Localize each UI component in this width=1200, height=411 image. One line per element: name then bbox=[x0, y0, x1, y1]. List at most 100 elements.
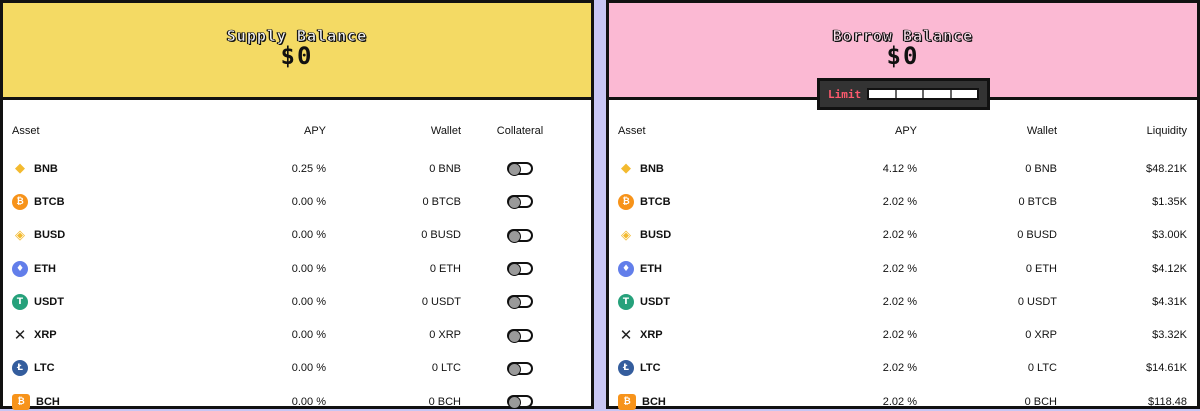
collateral-toggle[interactable] bbox=[507, 328, 533, 343]
apy-cell: 2.02 % bbox=[882, 229, 917, 242]
collateral-toggle[interactable] bbox=[507, 195, 533, 210]
borrow-balance: $0 bbox=[886, 42, 920, 70]
xrp-icon: ✕ bbox=[13, 326, 27, 345]
collateral-toggle[interactable] bbox=[507, 295, 533, 310]
collateral-toggle[interactable] bbox=[507, 162, 533, 177]
asset-cell: ◈ BUSD bbox=[3, 219, 126, 252]
table-row[interactable]: ◈ BUSD 0.00 % 0 BUSD bbox=[3, 219, 591, 252]
wallet-cell: 0 BNB bbox=[429, 162, 461, 175]
apy-cell: 0.00 % bbox=[291, 395, 326, 408]
supply-header: Supply Balance $0 bbox=[3, 3, 591, 100]
table-row[interactable]: ♦ ETH 0.00 % 0 ETH bbox=[3, 252, 591, 285]
limit-segment bbox=[897, 90, 925, 98]
wallet-cell: 0 XRP bbox=[429, 329, 461, 342]
col-asset: Asset bbox=[618, 125, 646, 137]
supply-table: Asset APY Wallet Collateral ◆ BNB 0.25 % 0 … bbox=[3, 100, 591, 411]
asset-cell: ♦ ETH bbox=[609, 252, 712, 285]
table-row[interactable]: ◈ BUSD 2.02 % 0 BUSD $3.00K bbox=[609, 219, 1197, 252]
supply-balance: $0 bbox=[280, 42, 314, 70]
liquidity-cell: $118.48 bbox=[1148, 395, 1187, 408]
limit-segment bbox=[952, 90, 977, 98]
collateral-toggle[interactable] bbox=[507, 228, 533, 243]
apy-cell: 4.12 % bbox=[882, 162, 917, 175]
xrp-icon: ✕ bbox=[619, 326, 633, 345]
liquidity-cell: $4.31K bbox=[1152, 295, 1187, 308]
apy-cell: 2.02 % bbox=[882, 262, 917, 275]
busd-icon: ◈ bbox=[15, 227, 25, 243]
asset-name: ₿ BTCB bbox=[618, 193, 712, 210]
liquidity-cell: $1.35K bbox=[1152, 195, 1187, 208]
bnb-icon: ◆ bbox=[621, 161, 631, 177]
asset-name: ♦ ETH bbox=[618, 260, 712, 277]
asset-cell: T USDT bbox=[609, 285, 712, 318]
asset-name: T USDT bbox=[12, 293, 126, 310]
eth-icon: ♦ bbox=[12, 260, 28, 277]
asset-cell: ₿ BCH bbox=[3, 385, 126, 411]
asset-symbol: LTC bbox=[640, 362, 661, 375]
table-row[interactable]: T USDT 0.00 % 0 USDT bbox=[3, 285, 591, 318]
asset-cell: Ł LTC bbox=[609, 352, 712, 385]
apy-cell: 0.25 % bbox=[291, 162, 326, 175]
collateral-cell bbox=[461, 385, 591, 411]
wallet-cell: 0 BTCB bbox=[1018, 195, 1057, 208]
col-apy: APY bbox=[303, 125, 326, 137]
table-row[interactable]: ✕ XRP 0.00 % 0 XRP bbox=[3, 318, 591, 351]
wallet-cell: 0 ETH bbox=[429, 262, 461, 275]
wallet-cell: 0 BNB bbox=[1025, 162, 1057, 175]
col-asset: Asset bbox=[12, 125, 40, 137]
table-row[interactable]: ♦ ETH 2.02 % 0 ETH $4.12K bbox=[609, 252, 1197, 285]
usdt-icon: T bbox=[12, 293, 28, 310]
liquidity-cell: $14.61K bbox=[1146, 362, 1187, 375]
table-row[interactable]: ₿ BTCB 2.02 % 0 BTCB $1.35K bbox=[609, 185, 1197, 218]
table-row[interactable]: ₿ BTCB 0.00 % 0 BTCB bbox=[3, 185, 591, 218]
limit-segment bbox=[924, 90, 952, 98]
supply-panel: Supply Balance $0 Asset APY Wallet Colla… bbox=[0, 0, 594, 411]
asset-name: ◆ BNB bbox=[12, 161, 126, 177]
col-collateral: Collateral bbox=[496, 125, 544, 137]
asset-name: Ł LTC bbox=[12, 360, 126, 377]
table-row[interactable]: ◆ BNB 0.25 % 0 BNB bbox=[3, 152, 591, 185]
table-row[interactable]: ₿ BCH 0.00 % 0 BCH bbox=[3, 385, 591, 411]
wallet-cell: 0 BCH bbox=[428, 395, 461, 408]
asset-cell: ◆ BNB bbox=[609, 152, 712, 185]
asset-symbol: XRP bbox=[640, 329, 663, 342]
collateral-toggle[interactable] bbox=[507, 395, 533, 410]
liquidity-cell: $3.00K bbox=[1152, 229, 1187, 242]
apy-cell: 2.02 % bbox=[882, 329, 917, 342]
wallet-cell: 0 BUSD bbox=[421, 229, 461, 242]
table-row[interactable]: ₿ BCH 2.02 % 0 BCH $118.48 bbox=[609, 385, 1197, 411]
asset-name: T USDT bbox=[618, 293, 712, 310]
collateral-toggle[interactable] bbox=[507, 361, 533, 376]
table-row[interactable]: Ł LTC 2.02 % 0 LTC $14.61K bbox=[609, 352, 1197, 385]
asset-cell: ₿ BTCB bbox=[3, 185, 126, 218]
borrow-table: Asset APY Wallet Liquidity ◆ BNB 4.12 % 0 B… bbox=[609, 100, 1197, 411]
apy-cell: 0.00 % bbox=[291, 262, 326, 275]
asset-cell: ◆ BNB bbox=[3, 152, 126, 185]
asset-cell: ₿ BCH bbox=[609, 385, 712, 411]
wallet-cell: 0 BTCB bbox=[422, 195, 461, 208]
apy-cell: 0.00 % bbox=[291, 195, 326, 208]
asset-name: ₿ BTCB bbox=[12, 193, 126, 210]
asset-cell: T USDT bbox=[3, 285, 126, 318]
asset-symbol: BCH bbox=[36, 395, 60, 408]
table-row[interactable]: ◆ BNB 4.12 % 0 BNB $48.21K bbox=[609, 152, 1197, 185]
table-row[interactable]: Ł LTC 0.00 % 0 LTC bbox=[3, 352, 591, 385]
limit-label: Limit bbox=[828, 87, 862, 101]
col-wallet: Wallet bbox=[430, 125, 461, 137]
apy-cell: 2.02 % bbox=[882, 195, 917, 208]
collateral-toggle[interactable] bbox=[507, 262, 533, 277]
collateral-cell bbox=[461, 252, 591, 285]
apy-cell: 0.00 % bbox=[291, 295, 326, 308]
asset-cell: ◈ BUSD bbox=[609, 219, 712, 252]
asset-cell: ♦ ETH bbox=[3, 252, 126, 285]
asset-symbol: BTCB bbox=[640, 195, 671, 208]
asset-name: ₿ BCH bbox=[12, 393, 126, 410]
collateral-cell bbox=[461, 352, 591, 385]
liquidity-cell: $3.32K bbox=[1152, 329, 1187, 342]
collateral-cell bbox=[461, 318, 591, 351]
asset-cell: ₿ BTCB bbox=[609, 185, 712, 218]
apy-cell: 2.02 % bbox=[882, 295, 917, 308]
table-row[interactable]: ✕ XRP 2.02 % 0 XRP $3.32K bbox=[609, 318, 1197, 351]
table-row[interactable]: T USDT 2.02 % 0 USDT $4.31K bbox=[609, 285, 1197, 318]
asset-symbol: USDT bbox=[34, 295, 64, 308]
